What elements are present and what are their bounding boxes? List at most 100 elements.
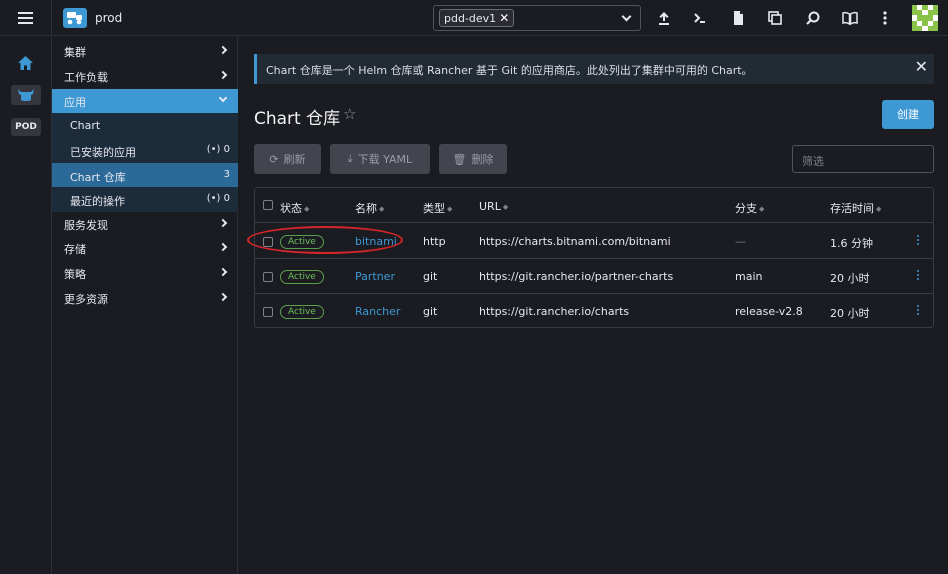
status-badge: Active xyxy=(280,270,324,284)
repo-url: https://git.rancher.io/charts xyxy=(479,305,630,318)
download-yaml-button[interactable]: ⤓ 下载 YAML xyxy=(330,144,430,174)
close-icon[interactable]: ✕ xyxy=(499,12,509,24)
chevron-right-icon xyxy=(218,218,228,228)
chevron-down-icon[interactable] xyxy=(621,11,632,22)
chevron-right-icon xyxy=(218,242,228,252)
refresh-label: 刷新 xyxy=(283,153,306,166)
main-content: Chart 仓库是一个 Helm 仓库或 Rancher 基于 Git 的应用商… xyxy=(238,37,948,574)
repo-branch: main xyxy=(735,270,763,283)
more-vertical-icon[interactable] xyxy=(876,9,894,27)
nav-group-cluster[interactable]: 集群 xyxy=(52,39,238,63)
nav-item-label: Chart 仓库 xyxy=(70,171,126,184)
more-vertical-icon[interactable] xyxy=(916,235,920,247)
download-label: 下载 YAML xyxy=(357,153,413,166)
repo-branch: — xyxy=(735,235,746,248)
nav-group-workloads[interactable]: 工作负载 xyxy=(52,64,238,88)
download-icon: ⤓ xyxy=(347,152,353,165)
nav-group-label: 更多资源 xyxy=(64,293,108,306)
more-vertical-icon[interactable] xyxy=(916,270,920,282)
search-icon[interactable] xyxy=(804,9,822,27)
icon-rail: POD xyxy=(0,37,52,574)
status-badge: Active xyxy=(280,305,324,319)
avatar[interactable] xyxy=(912,5,938,31)
nav-group-label: 存储 xyxy=(64,243,86,256)
nav-group-label: 集群 xyxy=(64,46,86,59)
repo-branch: release-v2.8 xyxy=(735,305,803,318)
select-all-checkbox[interactable] xyxy=(263,200,273,210)
book-icon[interactable] xyxy=(841,9,859,27)
nav-group-label: 应用 xyxy=(64,96,86,109)
chevron-right-icon xyxy=(218,292,228,302)
nav-item-installed-apps[interactable]: 已安装的应用 (•) 0 xyxy=(52,138,238,163)
top-header: prod pdd-dev1 ✕ xyxy=(0,0,948,36)
home-icon[interactable] xyxy=(17,55,34,71)
table-row[interactable]: Active Partner git https://git.rancher.i… xyxy=(255,259,933,294)
sort-icon: ◆ xyxy=(876,205,882,213)
create-button[interactable]: 创建 xyxy=(882,100,934,129)
more-vertical-icon[interactable] xyxy=(916,305,920,317)
nav-group-more-resources[interactable]: 更多资源 xyxy=(52,286,238,310)
repo-type: git xyxy=(423,270,438,283)
nav-item-count: (•) 0 xyxy=(206,193,230,204)
sort-icon: ◆ xyxy=(379,205,385,213)
column-header-age[interactable]: 存活时间 ◆ xyxy=(830,200,881,216)
nav-item-chart-repos[interactable]: Chart 仓库 3 xyxy=(52,163,238,188)
nav-item-count: (•) 0 xyxy=(206,144,230,155)
nav-group-apps[interactable]: 应用 xyxy=(52,89,238,113)
trash-icon: 🗑 xyxy=(452,152,467,166)
repo-name-link[interactable]: Partner xyxy=(355,270,395,283)
repo-type: http xyxy=(423,235,446,248)
copy-icon[interactable] xyxy=(766,9,784,27)
chevron-down-icon xyxy=(218,93,228,103)
row-checkbox[interactable] xyxy=(263,272,273,282)
cluster-name[interactable]: prod xyxy=(95,11,122,25)
info-banner: Chart 仓库是一个 Helm 仓库或 Rancher 基于 Git 的应用商… xyxy=(254,54,934,84)
cluster-icon[interactable] xyxy=(63,8,87,28)
column-header-url[interactable]: URL ◆ xyxy=(479,200,508,213)
nav-group-label: 策略 xyxy=(64,268,86,281)
nav-item-count: 3 xyxy=(223,169,230,180)
column-header-type[interactable]: 类型 ◆ xyxy=(423,200,452,216)
close-icon[interactable]: ✕ xyxy=(915,59,928,75)
side-nav: 集群 工作负载 应用 Chart 已安装的应用 (•) 0 Chart 仓库 3… xyxy=(52,37,238,574)
repo-age: 20 小时 xyxy=(830,272,870,285)
repo-type: git xyxy=(423,305,438,318)
repo-url: https://git.rancher.io/partner-charts xyxy=(479,270,674,283)
repo-name-link[interactable]: Rancher xyxy=(355,305,400,318)
nav-group-storage[interactable]: 存储 xyxy=(52,236,238,260)
filter-input[interactable]: 筛选 xyxy=(792,145,934,173)
repo-age: 1.6 分钟 xyxy=(830,237,873,250)
column-header-status[interactable]: 状态 ◆ xyxy=(280,200,309,216)
nav-group-label: 服务发现 xyxy=(64,219,108,232)
row-checkbox[interactable] xyxy=(263,307,273,317)
namespace-chip[interactable]: pdd-dev1 ✕ xyxy=(439,9,515,27)
table-header: 状态 ◆ 名称 ◆ 类型 ◆ URL ◆ 分支 ◆ 存活时间 ◆ xyxy=(255,188,933,223)
chevron-right-icon xyxy=(218,267,228,277)
pod-icon[interactable]: POD xyxy=(11,118,41,136)
menu-icon[interactable] xyxy=(0,0,52,36)
file-icon[interactable] xyxy=(729,9,747,27)
page-title: Chart 仓库 xyxy=(254,109,341,129)
delete-button[interactable]: 🗑 删除 xyxy=(439,144,507,174)
column-header-name[interactable]: 名称 ◆ xyxy=(355,200,384,216)
repo-url: https://charts.bitnami.com/bitnami xyxy=(479,235,671,248)
star-icon[interactable]: ☆ xyxy=(343,105,356,123)
sort-icon: ◆ xyxy=(759,205,765,213)
nav-item-label: Chart xyxy=(70,119,101,132)
nav-group-policy[interactable]: 策略 xyxy=(52,261,238,285)
upload-icon[interactable] xyxy=(655,9,673,27)
nav-item-label: 已安装的应用 xyxy=(70,146,136,159)
annotation-circle xyxy=(247,226,403,254)
nav-group-label: 工作负载 xyxy=(64,71,108,84)
namespace-select[interactable]: pdd-dev1 ✕ xyxy=(433,5,641,31)
rancher-bull-icon[interactable] xyxy=(11,85,41,105)
namespace-chip-label: pdd-dev1 xyxy=(444,11,497,25)
sort-icon: ◆ xyxy=(502,203,509,211)
nav-group-service-discovery[interactable]: 服务发现 xyxy=(52,212,238,236)
refresh-button[interactable]: ⟳ 刷新 xyxy=(254,144,321,174)
column-header-branch[interactable]: 分支 ◆ xyxy=(735,200,764,216)
nav-item-recent-operations[interactable]: 最近的操作 (•) 0 xyxy=(52,187,238,212)
nav-item-charts[interactable]: Chart xyxy=(52,113,238,138)
table-row[interactable]: Active Rancher git https://git.rancher.i… xyxy=(255,294,933,329)
terminal-icon[interactable] xyxy=(691,9,709,27)
